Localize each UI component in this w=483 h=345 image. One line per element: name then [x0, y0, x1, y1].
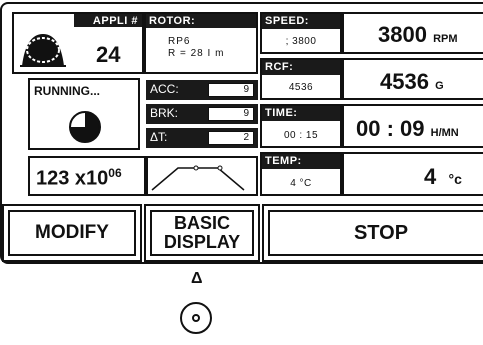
- rcf-value: 4536: [380, 69, 429, 94]
- rcf-header: RCF:: [262, 60, 340, 75]
- rotor-icon: [20, 34, 66, 67]
- temp-label: TEMP:: [265, 155, 302, 167]
- temp-setpoint-box[interactable]: TEMP: 4 °C: [260, 152, 342, 196]
- temp-display: 4 °c: [342, 152, 483, 196]
- speed-unit: RPM: [433, 33, 458, 45]
- rcf-unit: G: [435, 80, 444, 92]
- acc-label: ACC:: [150, 82, 179, 96]
- rcf-setpoint-box[interactable]: RCF: 4536: [260, 58, 342, 100]
- status-label: RUNNING...: [34, 84, 100, 98]
- time-setpoint-box[interactable]: TIME: 00 : 15: [260, 104, 342, 148]
- basic-display-button-face: BASIC DISPLAY: [150, 210, 254, 256]
- speed-value: 3800: [378, 22, 427, 47]
- dt-label: ΔT:: [150, 130, 168, 144]
- rcf-value-wrap: 4536 G: [380, 69, 444, 95]
- knob-icon[interactable]: [178, 300, 214, 336]
- temp-unit: °c: [448, 171, 462, 187]
- counter-base: 123 x10: [36, 167, 109, 190]
- appli-number: 24: [96, 42, 121, 67]
- profile-box: [146, 156, 258, 196]
- temp-value-wrap: 4 °c: [424, 164, 462, 190]
- time-value-wrap: 00 : 09 H/MN: [356, 116, 459, 142]
- dt-value[interactable]: 2: [208, 131, 254, 145]
- temp-header: TEMP:: [262, 154, 340, 169]
- basic-label: BASIC: [173, 213, 230, 233]
- acc-row: ACC: 9: [146, 80, 258, 100]
- rotor-name: RP6: [168, 36, 191, 47]
- rcf-display: 4536 G: [342, 58, 483, 100]
- time-label: TIME:: [265, 107, 298, 119]
- speed-label: SPEED:: [265, 15, 309, 27]
- rotor-box: ROTOR: RP6 R = 28 I m: [144, 12, 258, 74]
- brk-value[interactable]: 9: [208, 107, 254, 121]
- brk-row: BRK: 9: [146, 104, 258, 124]
- modify-button-face: MODIFY: [8, 210, 136, 256]
- speed-display: 3800 RPM: [342, 12, 483, 54]
- speed-setpoint: ; 3800: [285, 36, 317, 47]
- dt-row: ΔT: 2: [146, 128, 258, 148]
- temp-value: 4: [424, 164, 437, 189]
- progress-pie-icon: [68, 110, 101, 143]
- basic-display-button[interactable]: BASIC DISPLAY: [144, 204, 260, 262]
- appli-label: APPLI #: [92, 15, 138, 27]
- appli-box: APPLI # 24: [12, 12, 144, 74]
- rotor-header: ROTOR:: [146, 14, 256, 28]
- rotor-radius: R = 28 I m: [168, 48, 225, 59]
- time-display: 00 : 09 H/MN: [342, 104, 483, 148]
- status-box: RUNNING...: [28, 78, 140, 150]
- modify-button[interactable]: MODIFY: [2, 204, 142, 262]
- speed-value-wrap: 3800 RPM: [378, 22, 458, 48]
- time-unit: H/MN: [430, 127, 459, 139]
- time-value: 00 : 09: [356, 116, 425, 141]
- selection-marker: Δ: [191, 270, 203, 287]
- rotor-label: ROTOR:: [149, 15, 196, 27]
- counter-exponent: 06: [108, 166, 122, 180]
- speed-profile-curve-icon: [151, 165, 245, 191]
- time-header: TIME:: [262, 106, 340, 121]
- brk-label: BRK:: [150, 106, 179, 120]
- stop-label: STOP: [353, 221, 409, 244]
- speed-setpoint-box[interactable]: SPEED: ; 3800: [260, 12, 342, 54]
- acc-value[interactable]: 9: [208, 83, 254, 97]
- stop-button[interactable]: STOP: [262, 204, 483, 262]
- stop-button-face: STOP: [268, 210, 483, 256]
- counter-box: 123 x1006: [28, 156, 146, 196]
- counter-value: 123 x1006: [36, 166, 122, 191]
- temp-setpoint: 4 °C: [290, 178, 312, 189]
- modify-label: MODIFY: [35, 222, 109, 243]
- rcf-setpoint: 4536: [288, 82, 314, 93]
- rcf-label: RCF:: [265, 61, 294, 73]
- speed-header: SPEED:: [262, 14, 340, 29]
- appli-header: APPLI #: [74, 14, 142, 27]
- display-label: DISPLAY: [163, 232, 241, 252]
- time-setpoint: 00 : 15: [283, 130, 319, 141]
